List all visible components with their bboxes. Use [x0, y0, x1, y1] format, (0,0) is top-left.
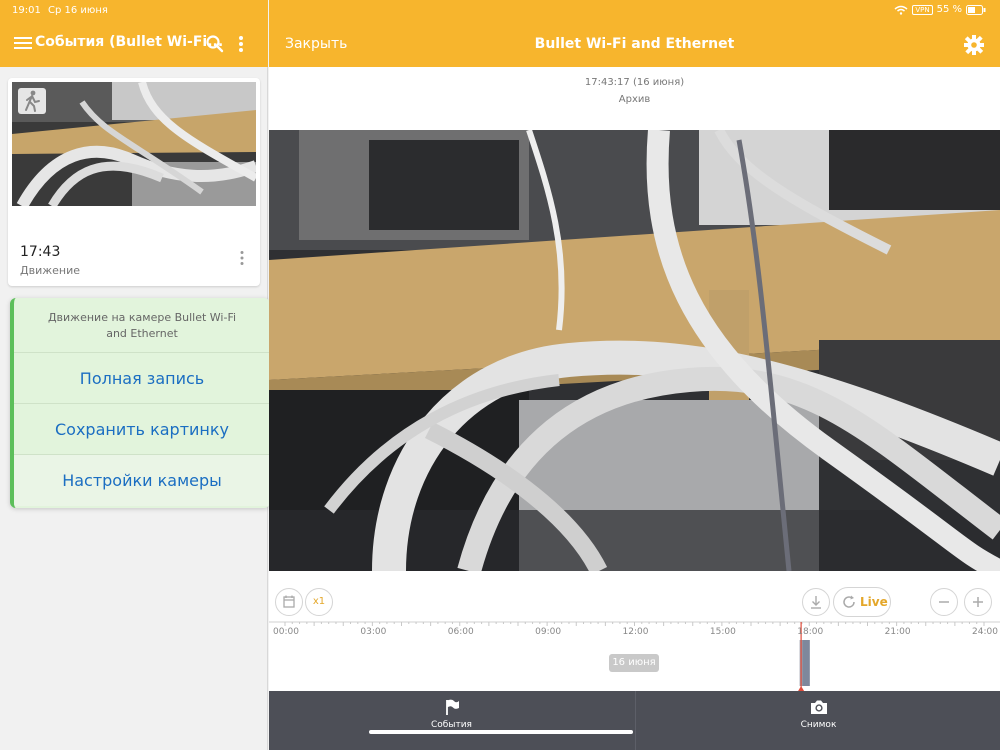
playback-timestamp: 17:43:17 (16 июня) [584, 77, 685, 88]
events-title-row: События (Bullet Wi-Fi... [0, 32, 268, 58]
hamburger-menu-icon[interactable] [14, 34, 32, 54]
battery-icon [966, 4, 986, 15]
speed-button[interactable]: x1 [305, 588, 333, 616]
search-icon[interactable] [205, 34, 225, 54]
battery-level: 55 % [936, 4, 962, 15]
timeline-label: 24:00 [972, 627, 998, 637]
playback-mode: Архив [618, 94, 651, 105]
timeline-label: 12:00 [622, 627, 649, 637]
live-button[interactable]: Live [833, 587, 891, 617]
timeline-label: 03:00 [360, 627, 387, 637]
vpn-badge: VPN [912, 4, 933, 15]
date-chip: 16 июня [609, 654, 659, 672]
timeline-label: 00:00 [273, 627, 299, 637]
camera-header: VPN 55 % Bullet Wi-Fi and Ethernet Закры… [269, 0, 1000, 67]
calendar-icon[interactable] [275, 588, 303, 616]
timeline-label: 06:00 [447, 627, 474, 637]
camera-icon [811, 700, 827, 714]
popup-header: Движение на камере Bullet Wi-Fi and Ethe… [14, 298, 270, 353]
event-type: Движение [20, 264, 81, 277]
gear-icon[interactable] [963, 34, 985, 56]
event-more-icon[interactable] [239, 250, 245, 266]
close-button[interactable]: Закрыть [285, 36, 347, 52]
nav-events-label: События [431, 720, 472, 730]
event-thumbnail[interactable] [12, 82, 256, 206]
motion-icon [18, 88, 46, 114]
camera-settings-button[interactable]: Настройки камеры [14, 455, 270, 506]
timeline-label: 09:00 [535, 627, 562, 637]
camera-video-feed[interactable] [269, 130, 1000, 571]
camera-title: Bullet Wi-Fi and Ethernet [534, 36, 735, 52]
full-record-button[interactable]: Полная запись [14, 353, 270, 404]
timeline-label: 21:00 [884, 627, 911, 637]
home-indicator [369, 730, 633, 734]
zoom-out-icon[interactable] [930, 588, 958, 616]
timeline-label: 18:00 [797, 627, 824, 637]
nav-events[interactable]: События [269, 691, 634, 750]
download-icon[interactable] [802, 588, 830, 616]
timeline-label: 15:00 [709, 627, 736, 637]
status-time: 19:01 [12, 5, 41, 16]
event-card[interactable]: 17:43 Движение [8, 78, 260, 286]
timeline[interactable]: 00:00 03:00 06:00 09:00 12:00 15:00 18:00 21:00… [269, 621, 1000, 691]
event-time: 17:43 [20, 244, 61, 260]
events-title: События (Bullet Wi-Fi... [35, 34, 224, 50]
nav-snapshot-label: Снимок [800, 720, 837, 730]
recording-segment [802, 640, 810, 686]
event-actions-popup: Движение на камере Bullet Wi-Fi and Ethe… [10, 298, 270, 508]
refresh-icon [843, 595, 855, 608]
zoom-in-icon[interactable] [964, 588, 992, 616]
more-vert-icon[interactable] [235, 34, 247, 54]
save-picture-button[interactable]: Сохранить картинку [14, 404, 270, 455]
live-label: Live [860, 595, 888, 609]
bottom-navigation: События Снимок [269, 691, 1000, 750]
nav-snapshot[interactable]: Снимок [635, 691, 1000, 750]
status-indicators: VPN 55 % [894, 4, 986, 15]
events-panel: 19:01 Ср 16 июня События (Bullet Wi-Fi..… [0, 0, 270, 750]
wifi-icon [894, 5, 908, 15]
status-date: Ср 16 июня [48, 5, 108, 16]
flag-icon [446, 699, 459, 715]
events-header: 19:01 Ср 16 июня События (Bullet Wi-Fi..… [0, 0, 268, 67]
camera-panel: VPN 55 % Bullet Wi-Fi and Ethernet Закры… [269, 0, 1000, 750]
